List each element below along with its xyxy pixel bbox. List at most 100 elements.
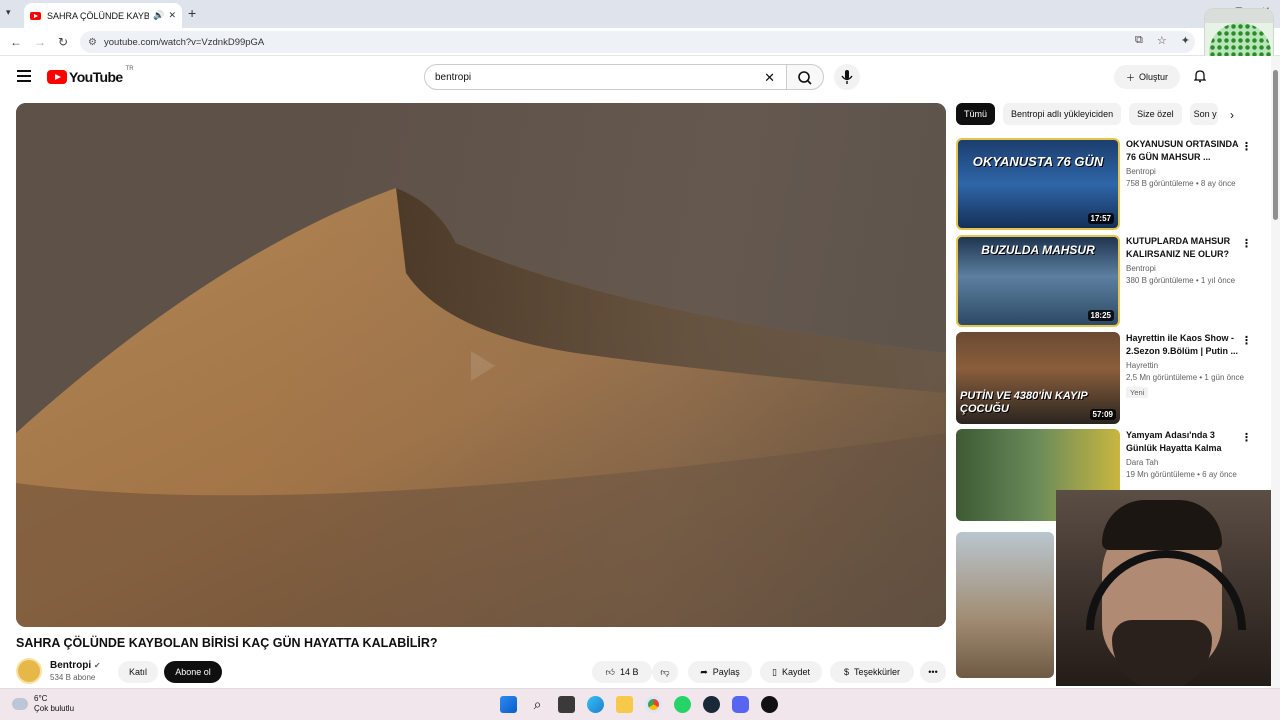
duration-badge: 18:25	[1087, 310, 1114, 321]
save-label: Kaydet	[781, 667, 810, 677]
new-tab-icon[interactable]: +	[188, 5, 196, 21]
site-info-icon[interactable]: ⚙	[88, 37, 97, 48]
clear-search-icon[interactable]: ✕	[764, 70, 775, 86]
create-label: Oluştur	[1139, 72, 1169, 82]
region-code: TR	[125, 66, 134, 72]
share-label: Paylaş	[712, 667, 740, 677]
edge-browser-icon[interactable]	[587, 696, 604, 713]
youtube-logo[interactable]: YouTube TR	[47, 66, 134, 85]
tab-search-icon[interactable]: ▾	[6, 7, 11, 18]
chip-uploader[interactable]: Bentropi adlı yükleyiciden	[1003, 103, 1122, 125]
weather-widget[interactable]: 6°C Çok bulutlu	[12, 694, 74, 714]
more-options-icon[interactable]: ⋮	[1241, 140, 1252, 153]
subscriber-count: 534 B abone	[50, 673, 96, 682]
chip-all[interactable]: Tümü	[956, 103, 996, 125]
search-icon[interactable]: ⌕	[529, 696, 546, 713]
chrome-icon[interactable]	[645, 696, 662, 713]
new-badge: Yeni	[1126, 387, 1149, 398]
subscribe-button[interactable]: Abone ol	[164, 661, 222, 683]
url-text: youtube.com/watch?v=VzdnkD99pGA	[104, 36, 265, 48]
weather-temp: 6°C	[34, 694, 48, 703]
play-overlay-icon[interactable]	[471, 351, 495, 381]
video-player[interactable]	[16, 103, 946, 627]
recommendation-channel[interactable]: Bentropi	[1126, 167, 1246, 176]
install-icon[interactable]: ⧉	[1135, 34, 1143, 47]
recommendation-meta: 2,5 Mn görüntüleme • 1 gün önce	[1126, 373, 1244, 382]
steam-icon[interactable]	[703, 696, 720, 713]
recommendation-thumbnail[interactable]: BUZULDA MAHSUR 18:25	[956, 235, 1120, 327]
recommendation-channel[interactable]: Dara Tah	[1126, 458, 1246, 467]
logo-text: YouTube	[69, 69, 123, 85]
browser-tab-bar: ▾ SAHRA ÇÖLÜNDE KAYBOLAN 🔊 ✕ + – ▢ ✕	[0, 0, 1280, 28]
join-button[interactable]: Katıl	[118, 661, 158, 683]
task-view-icon[interactable]	[558, 696, 575, 713]
extensions-icon[interactable]: ✦	[1181, 34, 1190, 47]
notifications-icon[interactable]	[1194, 69, 1206, 83]
dislike-button[interactable]: 👎︎	[652, 661, 678, 683]
channel-name[interactable]: Bentropi ✔	[50, 660, 101, 671]
recommendation-meta: 19 Mn görüntüleme • 6 ay önce	[1126, 470, 1237, 479]
create-button[interactable]: ＋ Oluştur	[1114, 65, 1180, 89]
address-field[interactable]: ⚙ youtube.com/watch?v=VzdnkD99pGA	[80, 31, 1195, 53]
share-button[interactable]: ➦ Paylaş	[688, 661, 752, 683]
back-icon[interactable]: ←	[10, 35, 22, 49]
forward-icon[interactable]: →	[34, 35, 46, 49]
duration-badge: 57:09	[1089, 409, 1116, 420]
recommendation-channel[interactable]: Hayrettin	[1126, 361, 1246, 370]
file-explorer-icon[interactable]	[616, 696, 633, 713]
more-actions-button[interactable]: •••	[920, 661, 946, 683]
more-options-icon[interactable]: ⋮	[1241, 237, 1252, 250]
recommendation-info: OKYANUSUN ORTASINDA 76 GÜN MAHSUR ... Be…	[1126, 138, 1246, 188]
whatsapp-icon[interactable]	[674, 696, 691, 713]
reload-icon[interactable]: ↻	[58, 35, 68, 49]
like-count: 14 B	[619, 667, 639, 677]
save-button[interactable]: ▯ Kaydet	[760, 661, 822, 683]
thanks-button[interactable]: $ Teşekkürler	[830, 661, 914, 683]
bookmark-star-icon[interactable]: ☆	[1157, 34, 1167, 47]
scrollbar-thumb[interactable]	[1273, 70, 1278, 220]
streamer-hair	[1102, 500, 1222, 550]
obs-icon[interactable]	[761, 696, 778, 713]
like-button[interactable]: 👍︎ 14 B	[592, 661, 652, 683]
voice-search-button[interactable]	[834, 64, 860, 90]
recommendation-thumbnail[interactable]: PUTİN VE 4380'İN KAYIP ÇOCUĞU 57:09	[956, 332, 1120, 424]
thumbnail-text: BUZULDA MAHSUR	[981, 243, 1095, 257]
close-tab-icon[interactable]: ✕	[168, 10, 176, 21]
recommendation-title[interactable]: KUTUPLARDA MAHSUR KALIRSANIZ NE OLUR?	[1126, 235, 1246, 261]
youtube-favicon-icon	[30, 11, 41, 20]
recommendation-thumbnail[interactable]: OKYANUSTA 76 GÜN 17:57	[956, 138, 1120, 230]
menu-icon[interactable]	[17, 70, 31, 82]
share-icon: ➦	[700, 666, 708, 677]
recommendation-title[interactable]: Hayrettin ile Kaos Show - 2.Sezon 9.Bölü…	[1126, 332, 1246, 358]
recommendation-item[interactable]: BUZULDA MAHSUR 18:25 KUTUPLARDA MAHSUR K…	[956, 235, 1256, 327]
address-bar-actions: ⧉ ☆ ✦	[1135, 34, 1190, 47]
discord-icon[interactable]	[732, 696, 749, 713]
more-options-icon[interactable]: ⋮	[1241, 334, 1252, 347]
recommendation-title[interactable]: Yamyam Adası'nda 3 Günlük Hayatta Kalma	[1126, 429, 1246, 455]
channel-avatar[interactable]	[16, 658, 42, 684]
webcam-overlay	[1056, 490, 1280, 686]
bookmark-icon: ▯	[772, 666, 777, 677]
duration-badge: 17:57	[1087, 213, 1114, 224]
search-button[interactable]	[786, 64, 824, 90]
recommendation-title[interactable]: OKYANUSUN ORTASINDA 76 GÜN MAHSUR ...	[1126, 138, 1246, 164]
recommendation-meta: 380 B görüntüleme • 1 yıl önce	[1126, 276, 1236, 285]
search-input[interactable]: bentropi ✕	[424, 64, 788, 90]
more-options-icon[interactable]: ⋮	[1241, 431, 1252, 444]
plus-icon: ＋	[1125, 72, 1135, 83]
recommendation-item[interactable]: OKYANUSTA 76 GÜN 17:57 OKYANUSUN ORTASIN…	[956, 138, 1256, 230]
page-scrollbar[interactable]	[1271, 56, 1280, 688]
recommendation-item[interactable]: PUTİN VE 4380'İN KAYIP ÇOCUĞU 57:09 Hayr…	[956, 332, 1256, 424]
recommendation-channel[interactable]: Bentropi	[1126, 264, 1246, 273]
chips-next-icon[interactable]: ›	[1230, 108, 1234, 122]
windows-start-icon[interactable]	[500, 696, 517, 713]
address-bar-row: ← → ↻ ⚙ youtube.com/watch?v=VzdnkD99pGA …	[0, 28, 1280, 56]
speaker-icon[interactable]: 🔊	[153, 10, 164, 21]
tab-active[interactable]: SAHRA ÇÖLÜNDE KAYBOLAN 🔊 ✕	[24, 3, 182, 28]
chip-for-you[interactable]: Size özel	[1129, 103, 1182, 125]
short-thumbnail[interactable]	[956, 532, 1054, 678]
weather-desc: Çok bulutlu	[34, 704, 75, 713]
chip-recent[interactable]: Son y	[1189, 103, 1218, 125]
video-title: SAHRA ÇÖLÜNDE KAYBOLAN BİRİSİ KAÇ GÜN HA…	[16, 636, 438, 650]
thumbs-up-icon: 👍︎	[605, 666, 615, 677]
